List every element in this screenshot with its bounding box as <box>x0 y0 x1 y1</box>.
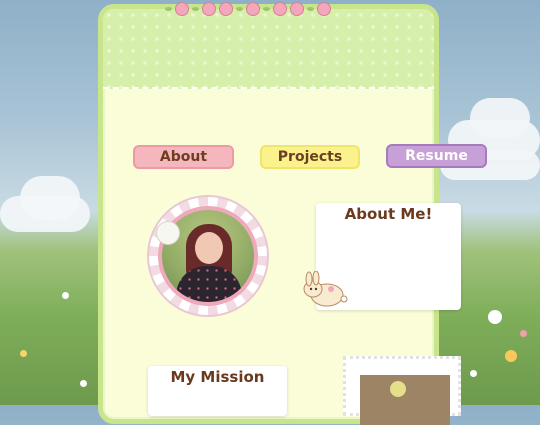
avatar <box>158 206 258 306</box>
rose-garland-icon <box>165 2 331 16</box>
cloud <box>20 176 80 220</box>
about-button[interactable]: About <box>133 145 234 169</box>
meadow-flower <box>80 380 87 387</box>
avatar-frame <box>147 195 269 317</box>
cloud <box>470 98 530 138</box>
about-me-title: About Me! <box>344 205 433 223</box>
lace-photo-frame <box>343 356 461 425</box>
my-mission-card: My Mission <box>148 366 287 416</box>
photo <box>360 375 450 425</box>
resume-button[interactable]: Resume <box>386 144 487 168</box>
meadow-flower <box>488 310 502 324</box>
bunny-sticker-icon <box>303 271 348 307</box>
meadow-flower <box>20 350 27 357</box>
meadow-flower <box>470 370 477 377</box>
meadow-flower <box>520 330 527 337</box>
projects-button[interactable]: Projects <box>260 145 360 169</box>
my-mission-title: My Mission <box>170 368 265 386</box>
meadow-flower <box>62 292 69 299</box>
meadow-flower <box>505 350 517 362</box>
panel-header <box>103 9 434 89</box>
button-pin-icon <box>156 221 180 245</box>
